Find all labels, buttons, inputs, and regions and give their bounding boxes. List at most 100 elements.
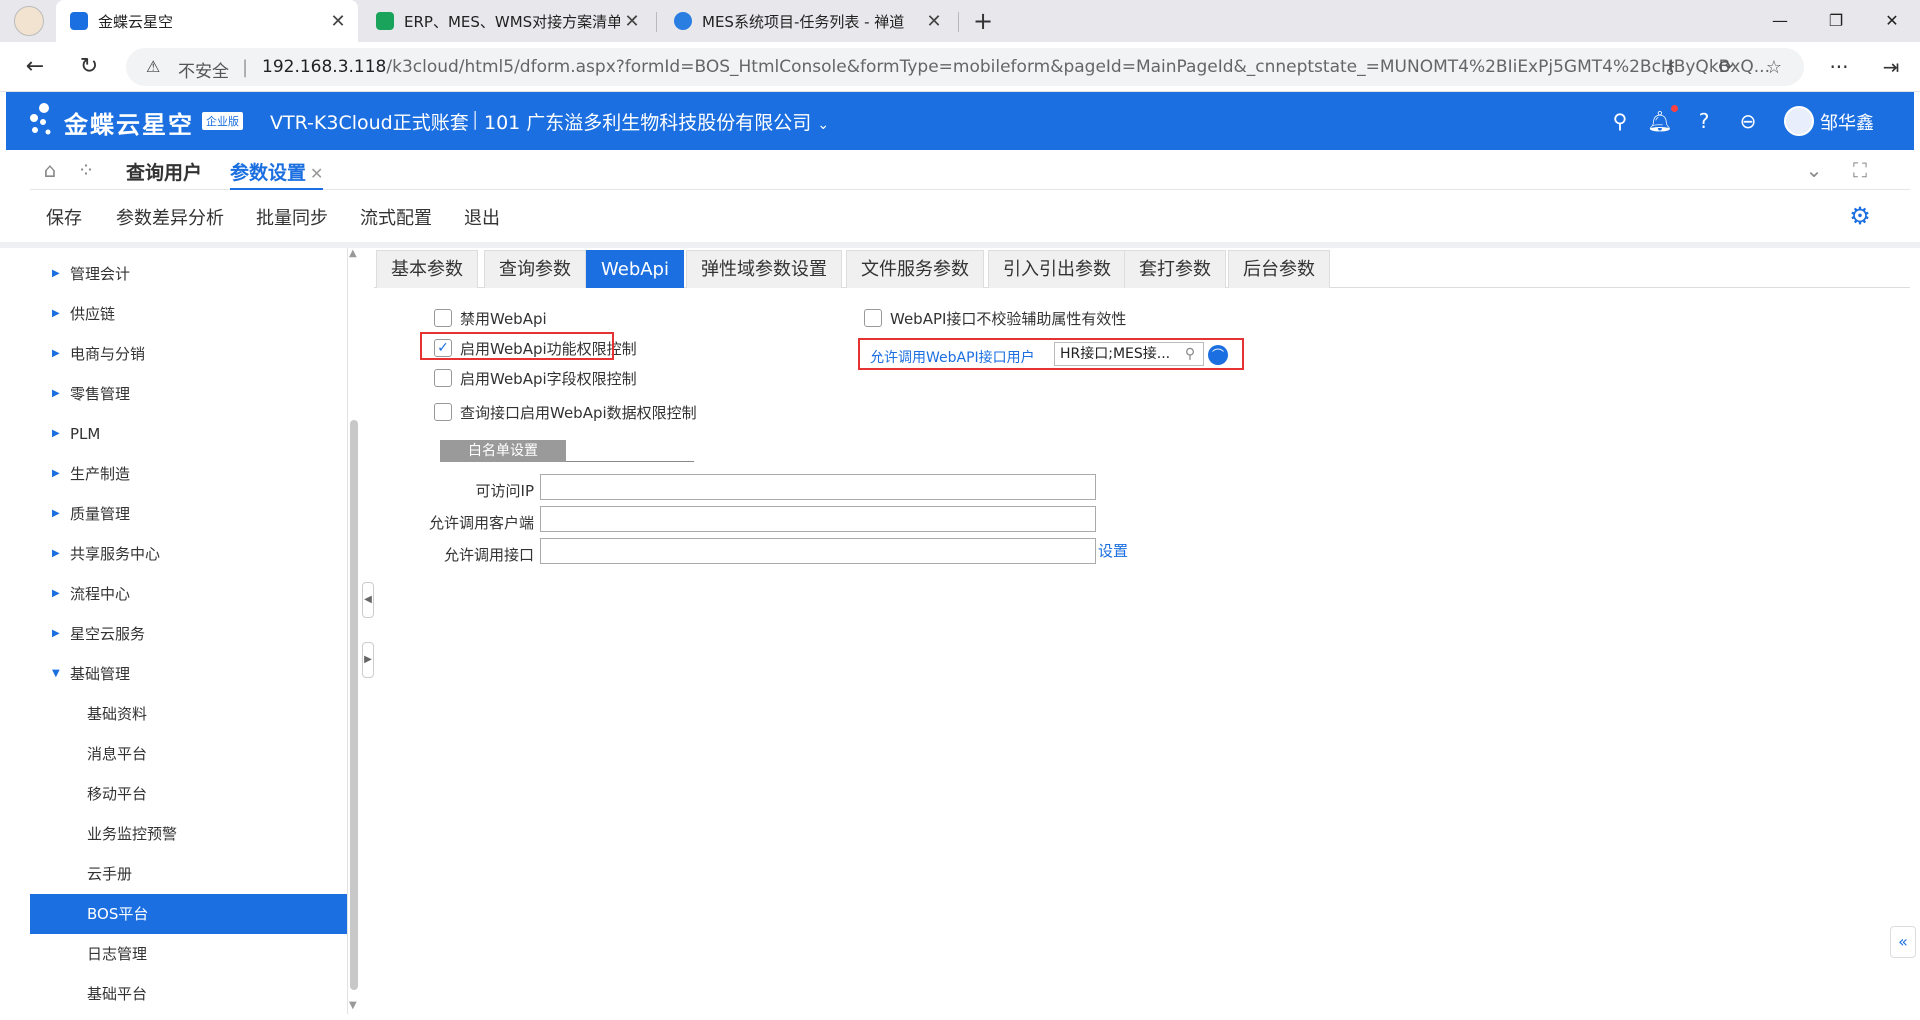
- url-text: 192.168.3.118/k3cloud/html5/dform.aspx?f…: [262, 57, 1770, 77]
- tree-item-basic-platform[interactable]: 基础平台: [30, 974, 347, 1014]
- tab-webapi[interactable]: WebApi: [586, 250, 684, 288]
- batch-sync-button[interactable]: 批量同步: [256, 204, 328, 230]
- refresh-circle-icon[interactable]: ⟳: [1714, 56, 1738, 80]
- fullscreen-icon[interactable]: ⛶: [1848, 158, 1872, 182]
- tab-basic-params[interactable]: 基本参数: [376, 250, 478, 288]
- tree-item-ecommerce[interactable]: ▶ 电商与分销: [30, 334, 347, 374]
- url-field[interactable]: ⚠ 不安全 | 192.168.3.118/k3cloud/html5/dfor…: [126, 48, 1804, 86]
- enable-field-permission-checkbox[interactable]: [434, 369, 452, 387]
- caret-right-icon: ▶: [52, 268, 60, 279]
- tree-item-supply-chain[interactable]: ▶ 供应链: [30, 294, 347, 334]
- tree-item-quality[interactable]: ▶ 质量管理: [30, 494, 347, 534]
- param-diff-analysis-button[interactable]: 参数差异分析: [116, 204, 224, 230]
- app-header: 金蝶云星空 企业版 VTR-K3Cloud正式账套 | 101 广东溢多利生物科…: [6, 92, 1914, 150]
- collapse-left-handle[interactable]: ◀: [362, 582, 374, 618]
- search-icon[interactable]: ⚲: [1606, 107, 1634, 135]
- close-tab-icon[interactable]: ✕: [326, 11, 350, 32]
- scroll-up-icon[interactable]: ▲: [349, 248, 357, 259]
- help-icon[interactable]: ?: [1690, 107, 1718, 135]
- flow-config-button[interactable]: 流式配置: [360, 204, 432, 230]
- minimize-icon[interactable]: —: [1752, 0, 1808, 42]
- tab-flexfield-params[interactable]: 弹性域参数设置: [686, 250, 842, 288]
- disable-webapi-option[interactable]: 禁用WebApi: [434, 306, 547, 330]
- tab-backend-params[interactable]: 后台参数: [1228, 250, 1330, 288]
- tree-item-cloud-manual[interactable]: 云手册: [30, 854, 347, 894]
- save-button[interactable]: 保存: [46, 204, 82, 230]
- more-menu-icon[interactable]: ···: [1824, 52, 1854, 82]
- tree-item-shared-service[interactable]: ▶ 共享服务中心: [30, 534, 347, 574]
- close-tab-icon[interactable]: ✕: [620, 11, 644, 32]
- minus-circle-icon[interactable]: ⊖: [1734, 107, 1762, 135]
- tree-item-retail[interactable]: ▶ 零售管理: [30, 374, 347, 414]
- tree-item-management-accounting[interactable]: ▶ 管理会计: [30, 254, 347, 294]
- skip-aux-validation-option[interactable]: WebAPI接口不校验辅助属性有效性: [864, 306, 1126, 330]
- close-icon[interactable]: ✕: [310, 164, 323, 183]
- browser-tab-title: MES系统项目-任务列表 - 禅道: [702, 12, 905, 31]
- browser-tab-erp[interactable]: ERP、MES、WMS对接方案清单 ✕: [362, 0, 652, 42]
- tree-item-workflow[interactable]: ▶ 流程中心: [30, 574, 347, 614]
- tab-import-export-params[interactable]: 引入引出参数: [988, 250, 1126, 288]
- exit-button[interactable]: 退出: [464, 204, 500, 230]
- tree-item-basic-data[interactable]: 基础资料: [30, 694, 347, 734]
- enable-data-permission-option[interactable]: 查询接口启用WebApi数据权限控制: [434, 400, 697, 424]
- gear-icon[interactable]: ⚙: [1846, 202, 1874, 230]
- reload-icon[interactable]: ↻: [74, 52, 104, 82]
- user-name[interactable]: 邹华鑫: [1820, 109, 1874, 135]
- bell-icon[interactable]: 🔔︎: [1646, 107, 1674, 135]
- tab-label: 参数设置: [230, 162, 307, 184]
- skip-aux-validation-checkbox[interactable]: [864, 309, 882, 327]
- apps-grid-icon[interactable]: ⁘: [74, 158, 98, 182]
- account-name[interactable]: VTR-K3Cloud正式账套: [270, 108, 469, 135]
- browser-tab-kingdee[interactable]: 金蝶云星空 ✕: [56, 0, 358, 42]
- company-selector[interactable]: 101 广东溢多利生物科技股份有限公司 ⌄: [484, 108, 829, 135]
- window-close-icon[interactable]: ✕: [1864, 0, 1920, 42]
- tree-item-business-monitor[interactable]: 业务监控预警: [30, 814, 347, 854]
- tree-item-bos-platform[interactable]: BOS平台: [30, 894, 347, 934]
- back-arrow-icon[interactable]: ←: [20, 52, 50, 82]
- tab-query-user[interactable]: 查询用户: [126, 158, 202, 185]
- disable-webapi-checkbox[interactable]: [434, 309, 452, 327]
- caret-right-icon: ▶: [52, 468, 60, 479]
- chevron-double-down-icon[interactable]: ⌄: [1802, 158, 1826, 182]
- tree-item-label: 零售管理: [70, 385, 131, 403]
- ip-input[interactable]: [540, 474, 1096, 500]
- tree-scrollbar[interactable]: [350, 420, 358, 990]
- tree-item-cloud-service[interactable]: ▶ 星空云服务: [30, 614, 347, 654]
- home-icon[interactable]: ⌂: [38, 158, 62, 182]
- user-avatar[interactable]: [1784, 106, 1814, 136]
- favorite-star-icon[interactable]: ☆: [1762, 56, 1786, 80]
- tab-print-params[interactable]: 套打参数: [1124, 250, 1226, 288]
- interface-input[interactable]: [540, 538, 1096, 564]
- chevron-down-icon: ⌄: [817, 117, 830, 133]
- key-icon[interactable]: ⚷: [1658, 56, 1682, 80]
- enable-field-permission-option[interactable]: 启用WebApi字段权限控制: [434, 366, 637, 390]
- tab-query-params[interactable]: 查询参数: [484, 250, 586, 288]
- enable-data-permission-checkbox[interactable]: [434, 403, 452, 421]
- profile-avatar-icon[interactable]: [14, 6, 44, 36]
- browser-tab-zentao[interactable]: MES系统项目-任务列表 - 禅道 ✕: [660, 0, 954, 42]
- sidebar-toggle-icon[interactable]: ⇥: [1876, 52, 1906, 82]
- scroll-down-icon[interactable]: ▼: [349, 1000, 357, 1011]
- tree-item-basic-management[interactable]: ▼ 基础管理: [30, 654, 347, 694]
- double-chevron-left-icon[interactable]: «: [1890, 926, 1916, 958]
- caret-right-icon: ▶: [52, 348, 60, 359]
- tree-item-message-platform[interactable]: 消息平台: [30, 734, 347, 774]
- tab-file-service-params[interactable]: 文件服务参数: [846, 250, 984, 288]
- tree-item-label: 流程中心: [70, 585, 131, 603]
- tree-item-mobile-platform[interactable]: 移动平台: [30, 774, 347, 814]
- notification-dot: [1671, 105, 1678, 112]
- tree-item-log-management[interactable]: 日志管理: [30, 934, 347, 974]
- new-tab-button[interactable]: +: [968, 6, 998, 36]
- expand-right-handle[interactable]: ▶: [362, 642, 374, 678]
- tree-item-plm[interactable]: ▶ PLM: [30, 414, 347, 454]
- close-tab-icon[interactable]: ✕: [922, 11, 946, 32]
- browser-tab-title: ERP、MES、WMS对接方案清单: [404, 12, 620, 31]
- client-input[interactable]: [540, 506, 1096, 532]
- maximize-icon[interactable]: ❐: [1808, 0, 1864, 42]
- whitelist-tab[interactable]: 白名单设置: [440, 440, 566, 462]
- set-interface-link[interactable]: 设置: [1098, 540, 1128, 561]
- tab-param-settings[interactable]: 参数设置 ✕: [230, 158, 324, 191]
- tree-item-manufacturing[interactable]: ▶ 生产制造: [30, 454, 347, 494]
- tab-divider: [656, 12, 657, 32]
- tree-item-label: PLM: [70, 425, 101, 443]
